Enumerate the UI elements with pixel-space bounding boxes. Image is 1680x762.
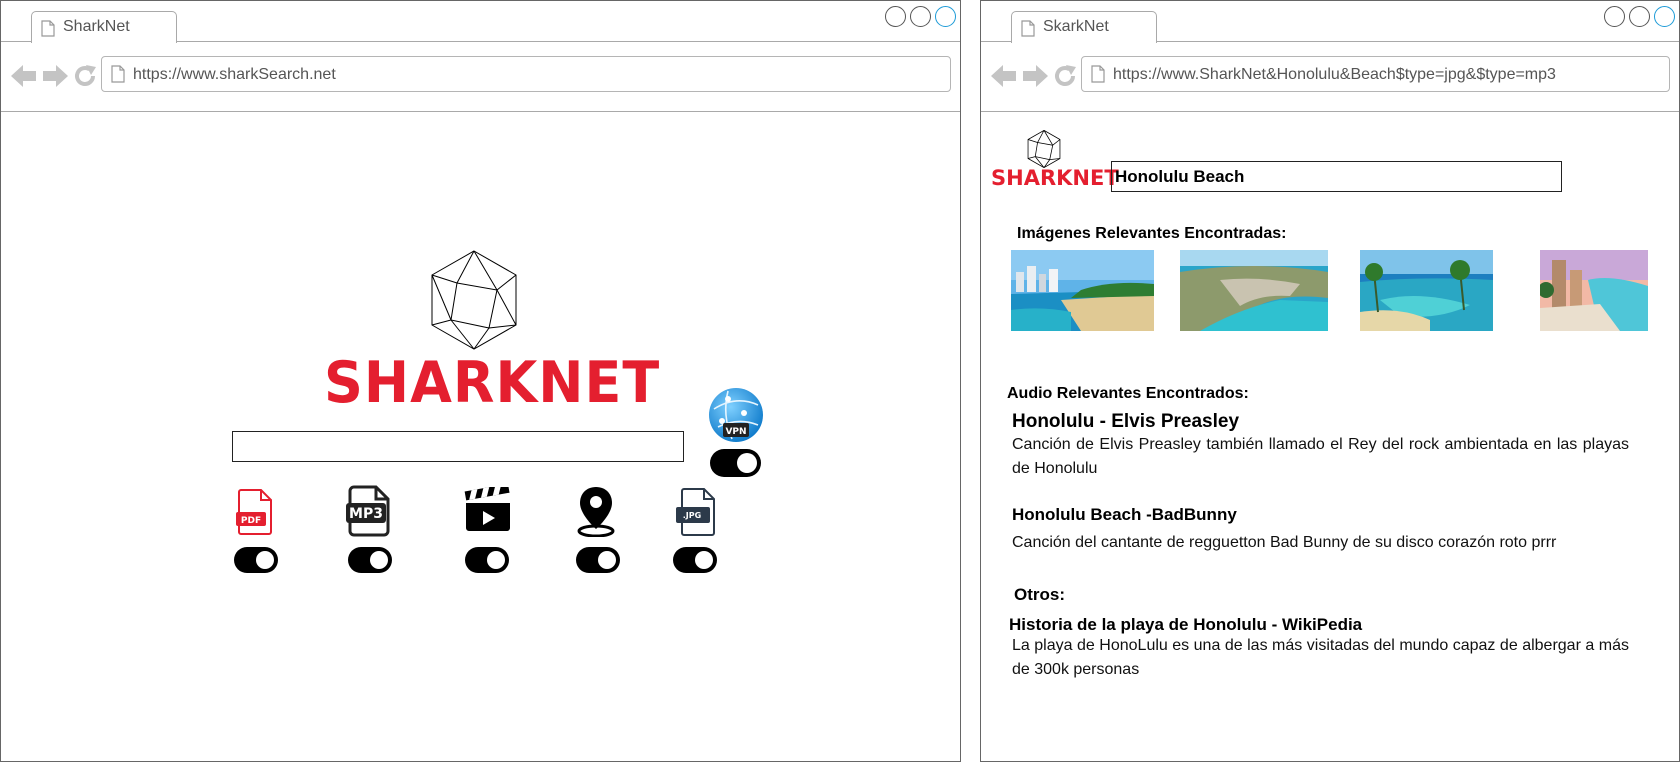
pdf-file-icon: PDF [236,489,272,535]
vpn-toggle[interactable] [710,449,761,477]
jpg-file-icon: .JPG [676,488,715,536]
beach-image-4[interactable] [1540,250,1648,331]
forward-arrow-icon[interactable] [1022,65,1048,87]
url-text: https://www.sharkSearch.net [133,66,336,83]
tab-bar: SkarkNet [981,1,1679,43]
images-section-title: Imágenes Relevantes Encontradas: [1017,225,1287,242]
browser-window-home: SharkNet https://www.sharkSearch.net SHA… [0,0,961,762]
window-controls [885,6,956,27]
results-content: SHARKNET Honolulu Beach Imágenes Relevan… [981,113,1679,761]
reload-icon[interactable] [1053,64,1077,88]
vpn-globe-icon: VPN [709,388,763,442]
restore-button[interactable] [1629,6,1650,27]
vpn-label: VPN [725,427,746,437]
address-bar[interactable]: https://www.SharkNet&Honolulu&Beach$type… [1081,56,1670,92]
svg-text:MP3: MP3 [349,506,383,522]
maximize-button[interactable] [935,6,956,27]
minimize-button[interactable] [1604,6,1625,27]
back-arrow-icon[interactable] [991,65,1017,87]
other-result-title[interactable]: Historia de la playa de Honolulu - WikiP… [1009,615,1362,635]
audio-result-description: Canción del cantante de regguetton Bad B… [1012,534,1557,551]
jpg-toggle[interactable] [673,547,717,573]
mp3-toggle[interactable] [348,547,392,573]
forward-arrow-icon[interactable] [42,65,68,87]
document-icon [1021,20,1035,37]
audio-section-title: Audio Relevantes Encontrados: [1007,385,1249,402]
url-text: https://www.SharkNet&Honolulu&Beach$type… [1113,66,1556,83]
brand-logo: SHARKNET [324,349,661,416]
icosahedron-logo-icon [431,250,517,350]
other-result-description: La playa de HonoLulu es una de las más v… [1012,637,1629,678]
minimize-button[interactable] [885,6,906,27]
window-controls [1604,6,1675,27]
mp3-file-icon: MP3 [346,485,390,537]
page-icon [1091,65,1105,83]
others-section-title: Otros: [1014,585,1065,604]
reload-icon[interactable] [73,64,97,88]
navigation-bar: https://www.sharkSearch.net [1,42,960,112]
beach-image-1[interactable] [1011,250,1154,331]
location-pin-icon [577,487,615,537]
page-content: SHARKNET VPN PDF MP3 .JPG [1,113,960,761]
clapperboard-icon [464,487,510,531]
location-toggle[interactable] [576,547,620,573]
page-icon [111,65,125,83]
beach-image-3[interactable] [1360,250,1493,331]
icosahedron-logo-icon [1027,130,1061,168]
browser-window-results: SkarkNet https://www.SharkNet&Honolulu&B… [980,0,1680,762]
video-toggle[interactable] [465,547,509,573]
beach-image-2[interactable] [1180,250,1328,331]
restore-button[interactable] [910,6,931,27]
search-input[interactable] [232,431,684,462]
document-icon [41,20,55,37]
audio-result-title[interactable]: Honolulu - Elvis Preasley [1012,411,1239,433]
address-bar[interactable]: https://www.sharkSearch.net [101,56,951,92]
tab-bar: SharkNet [1,1,960,43]
search-input[interactable]: Honolulu Beach [1111,161,1562,192]
svg-text:PDF: PDF [241,516,261,526]
tab-title: SharkNet [63,18,130,35]
svg-text:.JPG: .JPG [683,511,701,520]
browser-tab[interactable]: SkarkNet [1011,11,1157,43]
pdf-toggle[interactable] [234,547,278,573]
navigation-bar: https://www.SharkNet&Honolulu&Beach$type… [981,42,1679,112]
maximize-button[interactable] [1654,6,1675,27]
audio-result-title[interactable]: Honolulu Beach -BadBunny [1012,505,1237,525]
brand-logo: SHARKNET [991,166,1119,190]
browser-tab[interactable]: SharkNet [31,11,177,43]
audio-result-description: Canción de Elvis Preasley también llamad… [1012,436,1629,477]
tab-title: SkarkNet [1043,18,1109,35]
back-arrow-icon[interactable] [11,65,37,87]
